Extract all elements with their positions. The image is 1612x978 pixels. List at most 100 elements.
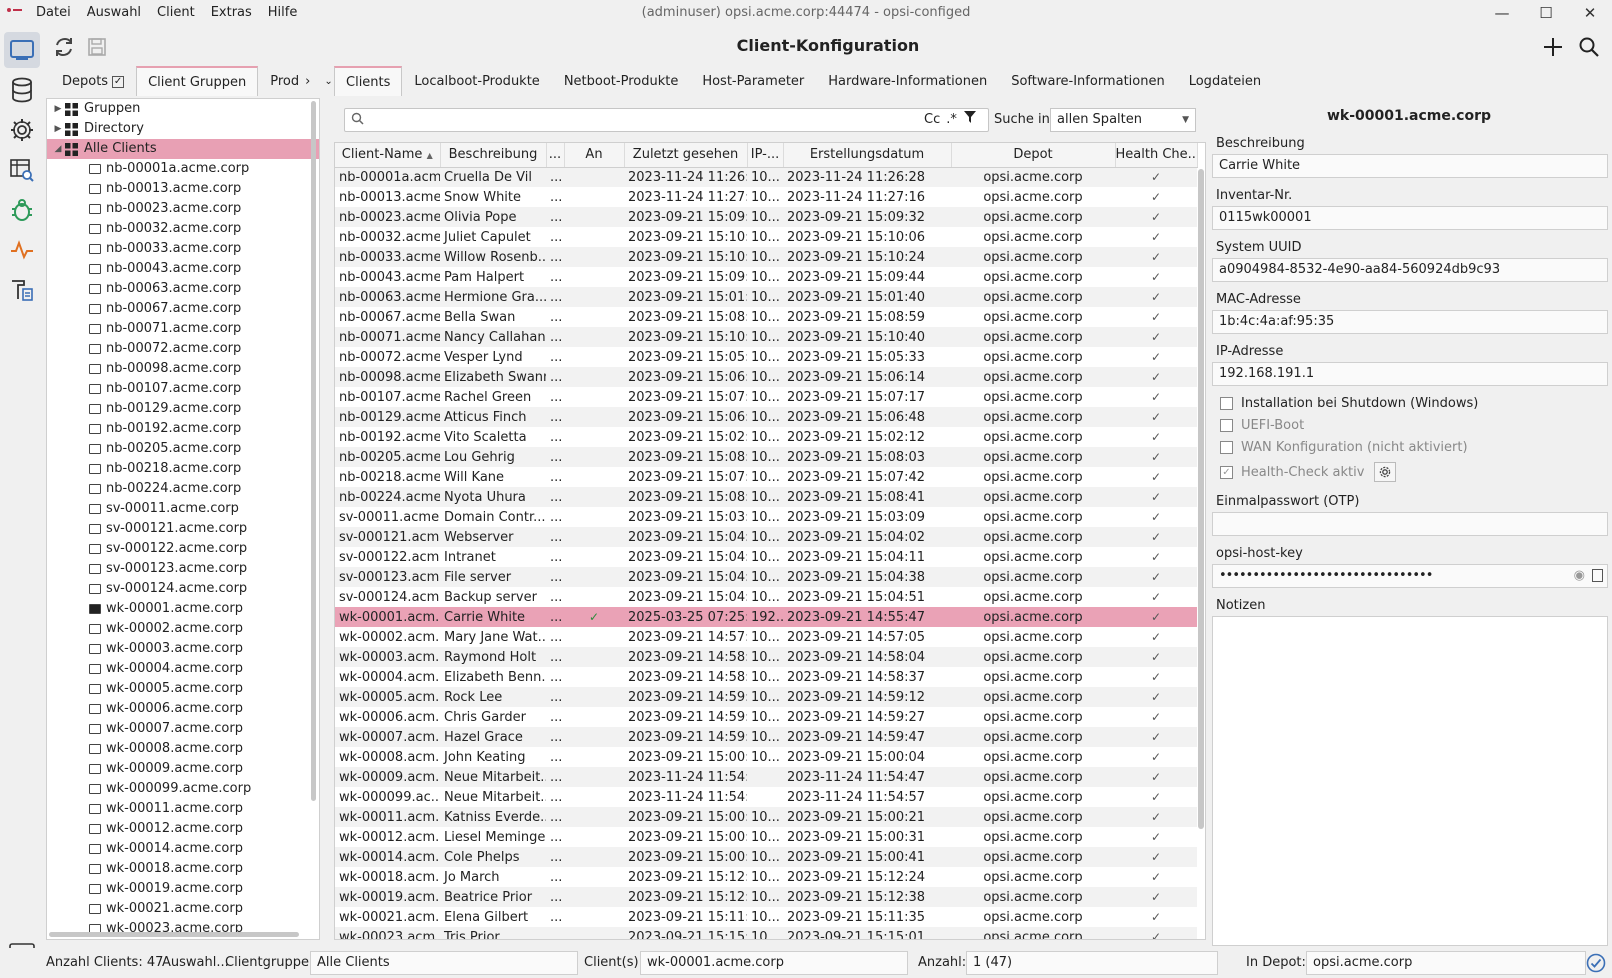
tree-client-item[interactable]: nb-00129.acme.corp [47,399,319,419]
client-config-icon[interactable] [4,32,40,68]
inventar-field[interactable]: 0115wk00001 [1212,206,1608,230]
column-header-erstellungsdatum[interactable]: Erstellungsdatum [783,143,952,168]
tree-client-item[interactable]: nb-00043.acme.corp [47,259,319,279]
uuid-field[interactable]: a0904984-8532-4e90-aa84-560924db9c93 [1212,258,1608,282]
save-icon[interactable] [82,32,112,62]
tree-client-item[interactable]: sv-00011.acme.corp [47,499,319,519]
table-row[interactable]: nb-00063.acme...Hermione Gra...... 2023-0… [335,287,1197,307]
tree-client-item[interactable]: nb-00205.acme.corp [47,439,319,459]
table-row[interactable]: sv-000121.acm...Webserver... 2023-09-21 1… [335,527,1197,547]
shutdown-install-box[interactable] [1220,397,1233,410]
table-row[interactable]: sv-00011.acme...Domain Contr...... 2023-0… [335,507,1197,527]
tree-client-item[interactable]: wk-00014.acme.corp [47,839,319,859]
menu-datei[interactable]: Datei [28,0,79,26]
tree-client-item[interactable]: wk-00018.acme.corp [47,859,319,879]
license-icon[interactable] [4,272,40,308]
tree-client-item[interactable]: wk-00021.acme.corp [47,899,319,919]
column-header-health-check[interactable]: Health Che... [1115,143,1198,168]
tree-group[interactable]: ◢ Alle Clients [47,139,319,159]
eye-icon[interactable]: ◉ [1574,565,1585,587]
table-row[interactable]: nb-00098.acme...Elizabeth Swann... 2023-0… [335,367,1197,387]
bug-icon[interactable] [4,192,40,228]
tree-client-item[interactable]: nb-00071.acme.corp [47,319,319,339]
table-row[interactable]: sv-000122.acm...Intranet... 2023-09-21 15… [335,547,1197,567]
chevron-right-icon[interactable]: › [305,74,310,89]
table-row[interactable]: nb-00043.acme...Pam Halpert... 2023-09-21… [335,267,1197,287]
table-row[interactable]: wk-00004.acm... Elizabeth Benn...... 2023-… [335,667,1197,687]
depots-checkbox[interactable]: ✓ [112,75,125,88]
menu-auswahl[interactable]: Auswahl [79,0,149,26]
table-row[interactable]: wk-00006.acm... Chris Garder... 2023-09-21… [335,707,1197,727]
hostkey-field[interactable]: •••••••••••••••••••••••••••••••• ◉ [1212,564,1608,588]
tree-client-item[interactable]: wk-00012.acme.corp [47,819,319,839]
table-row[interactable]: nb-00067.acme...Bella Swan... 2023-09-21 … [335,307,1197,327]
tree-client-item[interactable]: nb-00023.acme.corp [47,199,319,219]
table-row[interactable]: wk-00005.acm... Rock Lee... 2023-09-21 14:… [335,687,1197,707]
table-row[interactable]: nb-00192.acme...Vito Scaletta... 2023-09-… [335,427,1197,447]
table-row[interactable]: nb-00129.acme...Atticus Finch... 2023-09-… [335,407,1197,427]
regex-toggle[interactable]: .* [946,112,957,127]
tab-netboot-produkte[interactable]: Netboot-Produkte [552,66,691,96]
tree-client-item[interactable]: wk-00006.acme.corp [47,699,319,719]
tree-client-item[interactable]: sv-000122.acme.corp [47,539,319,559]
table-row[interactable]: wk-00011.acm... Katniss Everde...... 2023-… [335,807,1197,827]
client-tree[interactable]: ▶ Gruppen ▶ Directory ◢ Alle Clients nb-00001a… [46,98,320,940]
minimize-icon[interactable]: — [1480,0,1524,26]
table-row[interactable]: nb-00023.acme...Olivia Pope... 2023-09-21… [335,207,1197,227]
tree-client-item[interactable]: sv-000121.acme.corp [47,519,319,539]
tree-client-item[interactable]: nb-00033.acme.corp [47,239,319,259]
tree-expand-icon[interactable]: ▶ [51,119,65,139]
tree-scrollbar[interactable] [311,101,316,801]
uefi-boot-box[interactable] [1220,419,1233,432]
column-header-zuletzt-gesehen[interactable]: Zuletzt gesehen [624,143,748,168]
wan-config-box[interactable] [1220,441,1233,454]
tree-client-item[interactable]: wk-00002.acme.corp [47,619,319,639]
add-icon[interactable] [1538,32,1568,62]
tab-hardware-informationen[interactable]: Hardware-Informationen [816,66,999,96]
tab-prod[interactable]: Prod › ⌄ [258,66,344,96]
table-row[interactable]: nb-00072.acme...Vesper Lynd... 2023-09-21… [335,347,1197,367]
tree-client-item[interactable]: nb-00001a.acme.corp [47,159,319,179]
column-header-beschreibung[interactable]: Beschreibung [440,143,547,168]
tree-client-item[interactable]: nb-00032.acme.corp [47,219,319,239]
tree-hscrollbar[interactable] [49,932,299,937]
tree-client-item[interactable]: wk-00008.acme.corp [47,739,319,759]
table-row[interactable]: nb-00071.acme...Nancy Callahan... 2023-09… [335,327,1197,347]
column-header-more[interactable]: ... [546,143,565,168]
column-header-ip[interactable]: IP-... [747,143,784,168]
menu-extras[interactable]: Extras [203,0,260,26]
reload-icon[interactable] [49,32,79,62]
tab-software-informationen[interactable]: Software-Informationen [999,66,1177,96]
tab-localboot-produkte[interactable]: Localboot-Produkte [402,66,551,96]
table-row[interactable]: wk-00001.acm... Carrie White... ✓ 2025-03-2… [335,607,1197,627]
tree-client-item[interactable]: wk-00011.acme.corp [47,799,319,819]
column-header-an[interactable]: An [564,143,625,168]
search-icon[interactable] [1574,32,1604,62]
database-icon[interactable] [4,72,40,108]
tree-client-item[interactable]: wk-000099.acme.corp [47,779,319,799]
tree-client-item[interactable]: nb-00063.acme.corp [47,279,319,299]
table-row[interactable]: nb-00032.acme...Juliet Capulet... 2023-09… [335,227,1197,247]
tab-logdateien[interactable]: Logdateien [1177,66,1273,96]
search-input[interactable] [344,108,989,132]
beschreibung-field[interactable]: Carrie White [1212,154,1608,178]
table-row[interactable]: nb-00205.acme...Lou Gehrig... 2023-09-21 … [335,447,1197,467]
tree-client-item[interactable]: wk-00009.acme.corp [47,759,319,779]
tree-client-item[interactable]: sv-000123.acme.corp [47,559,319,579]
table-search-icon[interactable] [4,152,40,188]
tree-client-item[interactable]: nb-00218.acme.corp [47,459,319,479]
table-row[interactable]: sv-000123.acm...File server... 2023-09-21… [335,567,1197,587]
table-row[interactable]: wk-00021.acm... Elena Gilbert... 2023-09-2… [335,907,1197,927]
mac-field[interactable]: 1b:4c:4a:af:95:35 [1212,310,1608,334]
otp-field[interactable] [1212,512,1608,536]
table-row[interactable]: wk-00014.acm... Cole Phelps... 2023-09-21 … [335,847,1197,867]
tab-host-parameter[interactable]: Host-Parameter [690,66,816,96]
tree-client-item[interactable]: wk-00005.acme.corp [47,679,319,699]
table-row[interactable]: wk-00023.acm... Tris Prior... 2023-09-21 1… [335,927,1197,939]
search-scope-select[interactable]: allen Spalten ▼ [1050,108,1196,132]
shutdown-install-checkbox[interactable]: Installation bei Shutdown (Windows) [1220,396,1478,411]
maximize-icon[interactable]: ☐ [1524,0,1568,26]
uefi-boot-checkbox[interactable]: UEFI-Boot [1220,418,1304,433]
table-row[interactable]: nb-00001a.acm...Cruella De Vil... 2023-11… [335,167,1197,187]
tree-group[interactable]: ▶ Directory [47,119,319,139]
